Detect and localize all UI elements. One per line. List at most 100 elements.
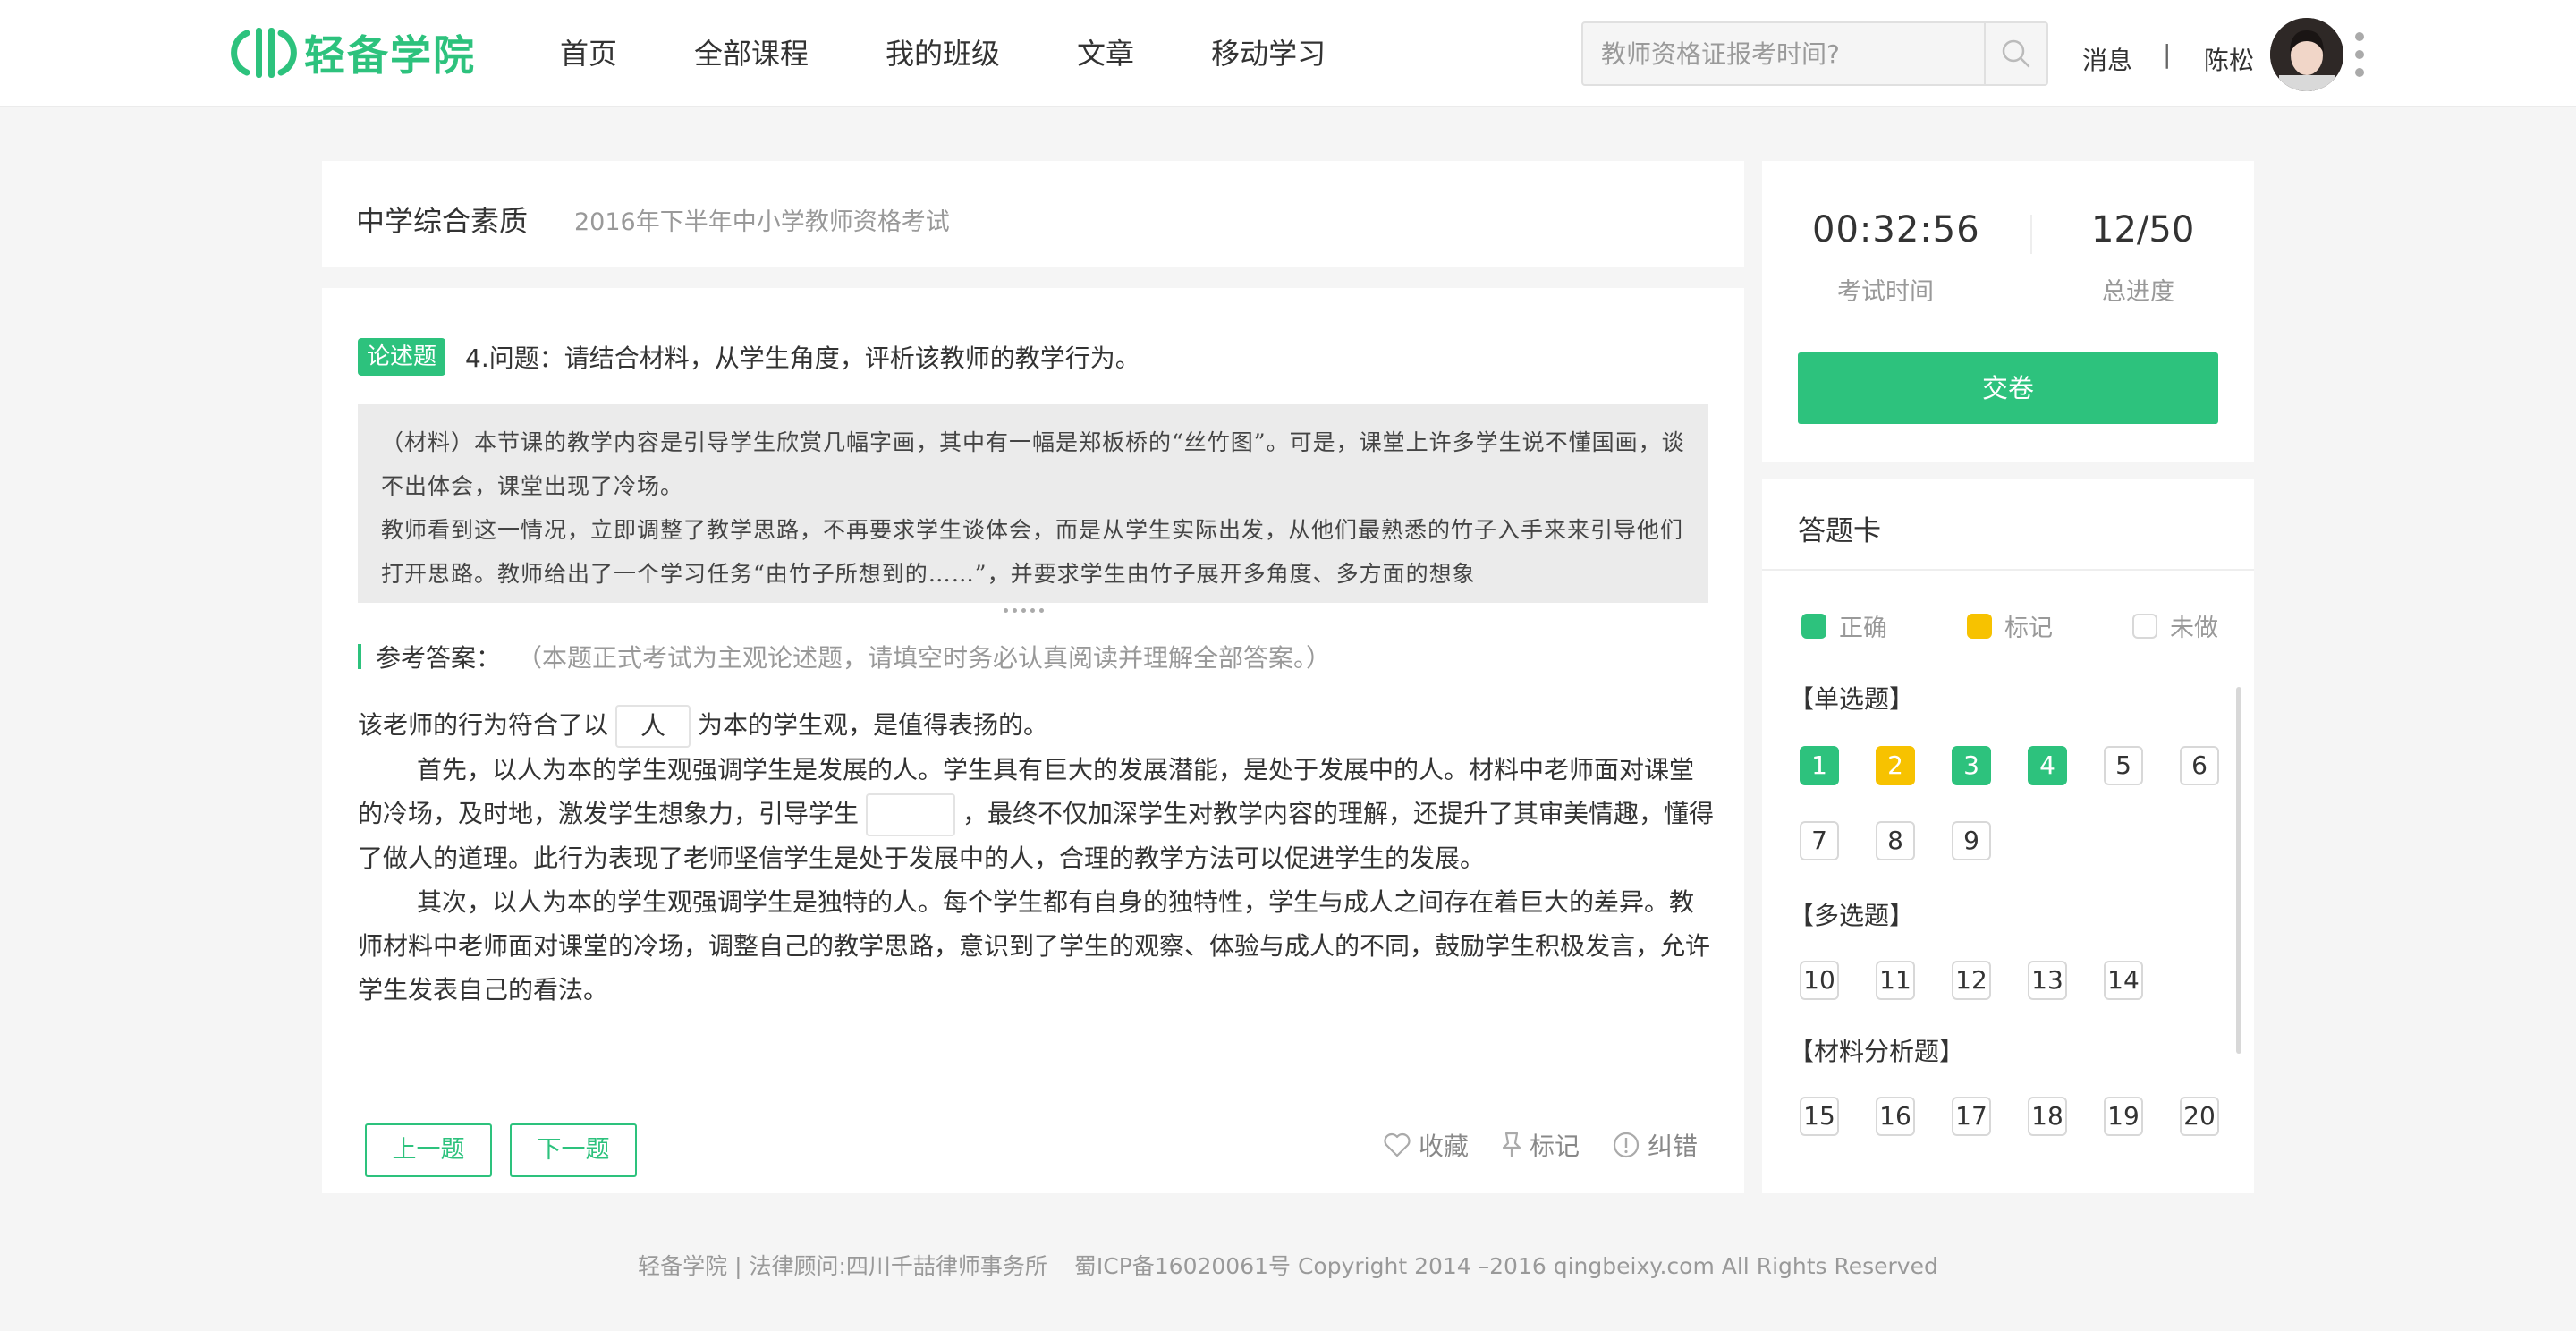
material-box[interactable]: （材料）本节课的教学内容是引导学生欣赏几幅字画，其中有一幅是郑板桥的“丝竹图”。… <box>358 404 1708 603</box>
footer: 轻备学院 | 法律顾问:四川千喆律师事务所 蜀ICP备16020061号 Copy… <box>0 1249 2576 1281</box>
exam-subject: 中学综合素质 <box>356 204 529 238</box>
question-number-button[interactable]: 14 <box>2104 961 2143 1000</box>
question-number-button[interactable]: 10 <box>1800 961 1839 1000</box>
answer-paragraph: 其次，以人为本的学生观强调学生是独特的人。每个学生都有自身的独特性，学生与成人之… <box>358 887 1711 1005</box>
legend-swatch <box>2132 613 2157 639</box>
answer-card-row: 10 11 12 13 14 <box>1800 961 2180 1000</box>
answer-paragraph: 该老师的行为符合了以人为本的学生观，是值得表扬的。 <box>358 703 1717 748</box>
resize-handle[interactable] <box>1004 608 1044 613</box>
exam-title-card: 中学综合素质 2016年下半年中小学教师资格考试 <box>322 161 1744 267</box>
nav-my-class[interactable]: 我的班级 <box>886 30 1000 77</box>
reference-answer-label: 参考答案： <box>376 643 502 673</box>
answer-card-row: 123456 <box>1800 746 2254 785</box>
answer-card-title: 答题卡 <box>1798 515 1881 547</box>
next-question-button[interactable]: 下一题 <box>510 1123 637 1177</box>
report-error-button[interactable]: 纠错 <box>1612 1127 1698 1163</box>
favorite-button[interactable]: 收藏 <box>1383 1127 1469 1163</box>
answer-card-section-label: 【单选题】 <box>1789 684 1915 714</box>
answer-text-segment: 该老师的行为符合了以 <box>358 710 609 740</box>
exam-progress-label: 总进度 <box>2102 278 2174 306</box>
fill-blank-input[interactable]: 人 <box>615 705 691 748</box>
pin-icon <box>1502 1132 1521 1157</box>
question-number-button[interactable]: 8 <box>1876 821 1915 860</box>
search-box <box>1581 21 2048 86</box>
question-title: 4.问题：请结合材料，从学生角度，评析该教师的教学行为。 <box>465 343 1140 373</box>
legend-label: 未做 <box>2170 615 2218 642</box>
answer-card-section-label: 【材料分析题】 <box>1789 1037 1965 1066</box>
question-number-button[interactable]: 13 <box>2028 961 2067 1000</box>
header-separator: | <box>2163 39 2172 69</box>
answer-card-legend: 正确 标记 未做 <box>1801 608 2218 643</box>
question-number-button[interactable]: 7 <box>1800 821 1839 860</box>
material-paragraph: 教师看到这一情况，立即调整了教学思路，不再要求学生谈体会，而是从学生实际出发，从… <box>381 517 1684 587</box>
question-number-button[interactable]: 4 <box>2028 746 2067 785</box>
question-number-button[interactable]: 9 <box>1952 821 1991 860</box>
timer-card: 00:32:56 考试时间 12/50 总进度 交卷 <box>1762 161 2254 462</box>
main-nav: 首页 全部课程 我的班级 文章 移动学习 <box>560 30 1402 77</box>
avatar[interactable] <box>2270 18 2343 91</box>
question-number-button[interactable]: 5 <box>2104 746 2143 785</box>
answer-paragraph: 首先，以人为本的学生观强调学生是发展的人。学生具有巨大的发展潜能，是处于发展中的… <box>358 748 1717 880</box>
reference-answer-note: （本题正式考试为主观论述题，请填空时务必认真阅读并理解全部答案。） <box>517 643 1332 673</box>
legend-swatch <box>1801 613 1826 639</box>
nav-all-courses[interactable]: 全部课程 <box>694 30 809 77</box>
answer-card-row: 789 <box>1800 821 2028 860</box>
search-input[interactable] <box>1585 25 1984 82</box>
question-number-button[interactable]: 11 <box>1876 961 1915 1000</box>
footer-company: 轻备学院 | 法律顾问:四川千喆律师事务所 <box>638 1253 1047 1279</box>
logo-text: 轻备学院 <box>304 31 476 80</box>
question-number-button[interactable]: 2 <box>1876 746 1915 785</box>
legend-swatch <box>1967 613 1992 639</box>
search-icon <box>2002 39 2030 68</box>
exam-name: 2016年下半年中小学教师资格考试 <box>574 208 950 236</box>
more-menu-icon[interactable] <box>2352 32 2367 77</box>
nav-home[interactable]: 首页 <box>560 30 617 77</box>
question-type-badge: 论述题 <box>358 338 446 376</box>
question-number-button[interactable]: 1 <box>1800 746 1839 785</box>
question-number-button[interactable]: 12 <box>1952 961 1991 1000</box>
accent-bar <box>358 644 361 669</box>
heart-icon <box>1384 1132 1411 1157</box>
question-number-button[interactable]: 16 <box>1876 1097 1915 1136</box>
prev-question-button[interactable]: 上一题 <box>365 1123 492 1177</box>
question-number-button[interactable]: 18 <box>2028 1097 2067 1136</box>
answer-card-panel: 答题卡 正确 标记 未做 【单选题】 1 2 3 4 5 6 7 8 9 【多选题】 10 11 12 13… <box>1762 479 2254 1193</box>
favorite-label: 收藏 <box>1419 1132 1470 1161</box>
question-number-button[interactable]: 19 <box>2104 1097 2143 1136</box>
question-header: 论述题 4.问题：请结合材料，从学生角度，评析该教师的教学行为。 <box>358 338 1140 376</box>
question-number-button[interactable]: 20 <box>2180 1097 2219 1136</box>
question-actions: 收藏 标记 纠错 <box>1383 1127 1698 1163</box>
search-button[interactable] <box>1984 23 2046 84</box>
username-link[interactable]: 陈松 <box>2204 41 2254 77</box>
material-paragraph: （材料）本节课的教学内容是引导学生欣赏几幅字画，其中有一幅是郑板桥的“丝竹图”。… <box>381 429 1685 499</box>
answer-card-row: 15 16 17 18 19 20 <box>1800 1097 2254 1136</box>
nav-mobile-learning[interactable]: 移动学习 <box>1211 30 1326 77</box>
legend-unanswered: 未做 <box>2132 608 2218 643</box>
mark-button[interactable]: 标记 <box>1501 1127 1580 1163</box>
messages-link[interactable]: 消息 <box>2082 41 2132 77</box>
reference-answer-header: 参考答案： （本题正式考试为主观论述题，请填空时务必认真阅读并理解全部答案。） <box>358 639 1331 674</box>
divider <box>2030 215 2032 254</box>
footer-copyright: 蜀ICP备16020061号 Copyright 2014 –2016 qing… <box>1073 1253 1938 1279</box>
exam-timer-label: 考试时间 <box>1837 278 1934 306</box>
question-number-button[interactable]: 15 <box>1800 1097 1839 1136</box>
answer-card-section-label: 【多选题】 <box>1789 901 1915 930</box>
logo[interactable]: 轻备学院 <box>229 23 476 82</box>
submit-exam-button[interactable]: 交卷 <box>1798 352 2218 424</box>
legend-correct: 正确 <box>1801 608 1887 643</box>
divider <box>1762 569 2254 571</box>
exam-progress: 12/50 <box>2091 209 2195 250</box>
logo-icon <box>229 24 297 81</box>
question-number-button[interactable]: 17 <box>1952 1097 1991 1136</box>
question-number-button[interactable]: 3 <box>1952 746 1991 785</box>
legend-label: 正确 <box>1839 615 1887 642</box>
nav-articles[interactable]: 文章 <box>1077 30 1134 77</box>
question-card: 论述题 4.问题：请结合材料，从学生角度，评析该教师的教学行为。 （材料）本节课… <box>322 288 1744 1193</box>
mark-label: 标记 <box>1530 1132 1580 1161</box>
top-header: 轻备学院 首页 全部课程 我的班级 文章 移动学习 消息 | 陈松 <box>0 0 2576 107</box>
scrollbar[interactable] <box>2236 687 2241 1054</box>
legend-label: 标记 <box>2004 615 2053 642</box>
question-number-button[interactable]: 6 <box>2180 746 2219 785</box>
fill-blank-input[interactable] <box>866 793 956 836</box>
exclamation-circle-icon <box>1613 1132 1640 1158</box>
